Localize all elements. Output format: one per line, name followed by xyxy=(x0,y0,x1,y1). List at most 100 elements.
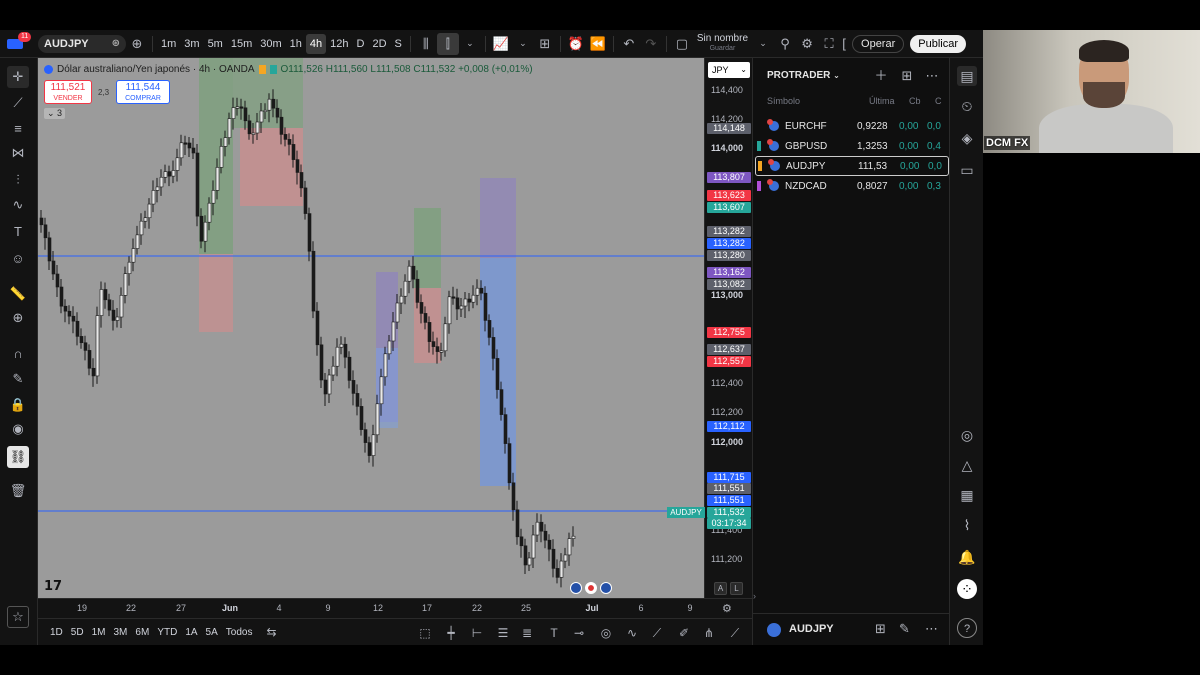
fullscreen-icon[interactable]: ⛶ xyxy=(818,33,840,55)
range-1M[interactable]: 1M xyxy=(88,627,110,638)
timeframe-3m[interactable]: 3m xyxy=(180,34,203,54)
layout-square-icon[interactable]: ▢ xyxy=(671,33,693,55)
snapshot-icon[interactable]: [ xyxy=(840,33,848,55)
compare-plus-icon[interactable]: ⊕ xyxy=(126,33,148,55)
log-scale-button[interactable]: L xyxy=(730,582,743,595)
watchlist-row[interactable]: GBPUSD 1,3253 0,00 0,4 xyxy=(755,136,949,156)
target-icon[interactable]: ◎ xyxy=(957,425,977,445)
timeframe-1m[interactable]: 1m xyxy=(157,34,180,54)
templates-icon[interactable]: ⊞ xyxy=(534,33,556,55)
vertical-line-icon[interactable]: ┿ xyxy=(442,624,460,642)
range-Todos[interactable]: Todos xyxy=(222,627,257,638)
replay-icon[interactable]: ⏪ xyxy=(587,33,609,55)
watchlist-title[interactable]: PROTRADER ⌄ xyxy=(767,70,840,81)
flag-jp-icon[interactable] xyxy=(585,582,597,594)
timeframe-1h[interactable]: 1h xyxy=(286,34,306,54)
ray-tool-icon[interactable]: ⟋ xyxy=(726,624,744,642)
symbol-search[interactable]: AUDJPY ⊛ xyxy=(38,34,126,53)
col-chp-header[interactable]: C xyxy=(935,96,942,106)
range-5D[interactable]: 5D xyxy=(67,627,88,638)
panel-expand-icon[interactable]: › xyxy=(753,591,756,601)
layers-icon[interactable]: ◈ xyxy=(957,128,977,148)
search-icon[interactable]: ⚲ xyxy=(774,33,796,55)
crosshair-icon[interactable]: ✛ xyxy=(7,66,29,88)
advanced-view-icon[interactable]: ⊞ xyxy=(899,68,915,84)
redo-icon[interactable]: ↷ xyxy=(640,33,662,55)
apps-grid-icon[interactable]: ⁘ xyxy=(957,579,977,599)
brush-tool-icon[interactable]: ✐ xyxy=(675,624,693,642)
timeframe-30m[interactable]: 30m xyxy=(256,34,285,54)
broadcast-icon[interactable]: ⌇ xyxy=(957,515,977,535)
operar-button[interactable]: Operar xyxy=(852,34,905,53)
circle-tool-icon[interactable]: ◎ xyxy=(597,624,615,642)
buy-button[interactable]: 111,544 COMPRAR xyxy=(116,80,170,104)
favorite-star-icon[interactable]: ☆ xyxy=(7,606,29,628)
axis-settings-gear-icon[interactable]: ⚙ xyxy=(722,602,732,615)
timeframe-S[interactable]: S xyxy=(391,34,406,54)
ideas-icon[interactable]: △ xyxy=(957,455,977,475)
auto-scale-button[interactable]: A xyxy=(714,582,727,595)
ruler-icon[interactable]: 📏 xyxy=(7,283,29,305)
fib-retracement-icon[interactable]: ☰ xyxy=(494,624,512,642)
bars-style-icon[interactable]: ⫼ xyxy=(415,33,437,55)
range-1A[interactable]: 1A xyxy=(181,627,201,638)
row-flag-marker[interactable] xyxy=(757,141,761,151)
chevron-down-icon[interactable]: ⌄ xyxy=(512,33,534,55)
lock-icon[interactable]: 🔒 xyxy=(7,394,29,416)
indicators-icon[interactable]: 📈 xyxy=(490,33,512,55)
range-YTD[interactable]: YTD xyxy=(153,627,181,638)
eye-icon[interactable]: ◉ xyxy=(7,418,29,440)
indicators-collapse[interactable]: ⌄ 3 xyxy=(44,108,66,119)
details-symbol[interactable]: AUDJPY xyxy=(789,623,834,635)
brush-icon[interactable]: ∿ xyxy=(7,194,29,216)
symbol-info-icon[interactable]: ⊛ xyxy=(112,38,120,49)
chevron-down-icon[interactable]: ⌄ xyxy=(459,33,481,55)
row-flag-marker[interactable] xyxy=(758,161,762,171)
rectangle-tool-icon[interactable]: ⬚ xyxy=(416,624,434,642)
chart-pane[interactable]: Dólar australiano/Yen japonés · 4h · OAN… xyxy=(38,58,704,598)
range-6M[interactable]: 6M xyxy=(131,627,153,638)
watchlist-row[interactable]: EURCHF 0,9228 0,00 0,0 xyxy=(755,116,949,136)
parallel-channel-icon[interactable]: ≣ xyxy=(518,624,536,642)
col-chg-header[interactable]: Cb xyxy=(909,96,921,106)
chevron-down-icon[interactable]: ⌄ xyxy=(752,33,774,55)
details-layout-icon[interactable]: ⊞ xyxy=(875,621,886,637)
watchlist-icon[interactable]: ▤ xyxy=(957,66,977,86)
path-tool-icon[interactable]: ∿ xyxy=(623,624,641,642)
notifications-bell-icon[interactable]: 🔔 xyxy=(957,547,977,567)
row-flag-marker[interactable] xyxy=(757,181,761,191)
col-symbol-header[interactable]: Símbolo xyxy=(767,96,800,106)
price-chart[interactable] xyxy=(38,58,704,598)
watchlist-row[interactable]: NZDCAD 0,8027 0,00 0,3 xyxy=(755,176,949,196)
text-tool-icon[interactable]: T xyxy=(545,624,563,642)
layout-name[interactable]: Sin nombre Guardar xyxy=(697,33,748,54)
date-range-icon[interactable]: ⇆ xyxy=(266,625,276,639)
currency-select[interactable]: JPY ⌄ xyxy=(708,62,750,78)
flag-au-icon[interactable] xyxy=(600,582,612,594)
more-options-icon[interactable]: ⋯ xyxy=(925,621,938,637)
sell-button[interactable]: 111,521 VENDER xyxy=(44,80,92,104)
magnet-icon[interactable]: ∩ xyxy=(7,342,29,364)
time-axis[interactable]: ⚙ 19 22 27 Jun 4 9 12 17 22 25 Jul 6 9 xyxy=(38,598,752,618)
link-icon[interactable]: ⛓ xyxy=(7,446,29,468)
publicar-button[interactable]: Publicar xyxy=(910,34,967,53)
range-1D[interactable]: 1D xyxy=(46,627,67,638)
pencil-lock-icon[interactable]: ✎ xyxy=(7,368,29,390)
pitchfork-icon[interactable]: ⋔ xyxy=(700,624,718,642)
zoom-in-icon[interactable]: ⊕ xyxy=(7,307,29,329)
timeframe-2D[interactable]: 2D xyxy=(368,34,390,54)
note-edit-icon[interactable]: ✎ xyxy=(899,621,910,637)
timeframe-D[interactable]: D xyxy=(353,34,369,54)
calendar-icon[interactable]: ▦ xyxy=(957,485,977,505)
col-last-header[interactable]: Última xyxy=(869,96,895,106)
projection-icon[interactable]: ⫶ xyxy=(7,169,29,191)
row-flag-marker[interactable] xyxy=(757,121,761,131)
alert-icon[interactable]: ⏰ xyxy=(565,33,587,55)
trash-icon[interactable]: 🗑 xyxy=(7,480,29,502)
cross-line-icon[interactable]: ⊸ xyxy=(570,624,588,642)
logo[interactable]: 11 xyxy=(0,30,32,58)
timeframe-4h[interactable]: 4h xyxy=(305,33,327,54)
trend-line-tool-icon[interactable]: ⟋ xyxy=(648,624,666,642)
trend-line-icon[interactable]: ⟋ xyxy=(7,92,29,114)
text-icon[interactable]: T xyxy=(7,220,29,242)
